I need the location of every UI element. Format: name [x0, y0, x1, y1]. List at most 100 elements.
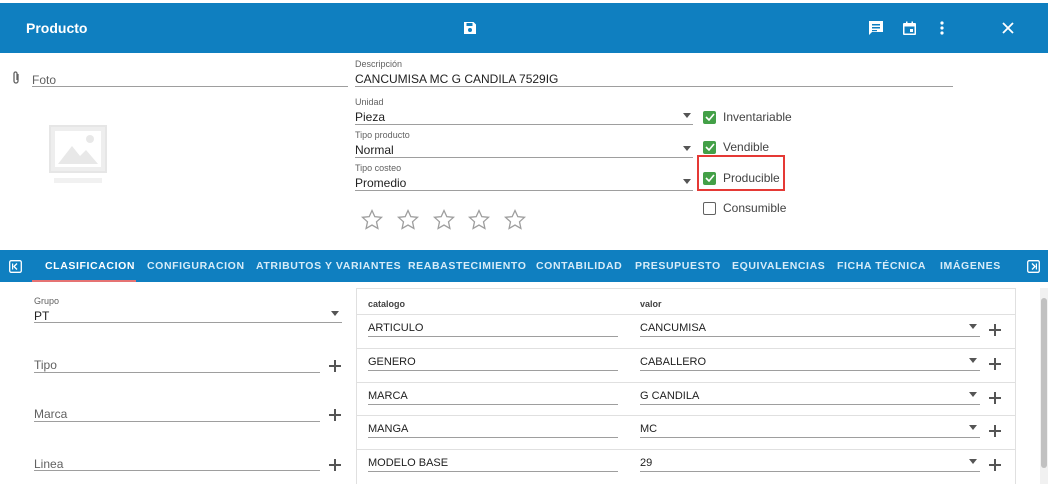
tipo-costeo-dropdown-icon[interactable] — [683, 179, 691, 184]
chevron-down-icon[interactable] — [969, 425, 977, 430]
tipo-field[interactable]: Tipo — [34, 358, 57, 372]
close-icon[interactable] — [996, 16, 1020, 40]
grupo-value: PT — [34, 309, 50, 323]
table-row-catalogo[interactable]: MANGA — [368, 423, 408, 435]
app-header: Producto — [0, 3, 1048, 53]
vendible-label: Vendible — [723, 140, 770, 154]
inventariable-checkbox[interactable]: Inventariable — [703, 110, 792, 124]
add-linea-plus-icon[interactable] — [328, 458, 342, 472]
row-divider — [357, 415, 1015, 416]
cell-underline — [368, 437, 618, 438]
table-row-valor[interactable]: G CANDILA — [640, 390, 699, 402]
save-icon[interactable] — [458, 16, 482, 40]
rating-star-2-icon[interactable] — [396, 208, 420, 232]
row-divider — [357, 314, 1015, 315]
cell-underline — [640, 370, 980, 371]
comment-icon[interactable] — [864, 16, 888, 40]
grupo-dropdown-icon[interactable] — [331, 311, 339, 316]
more-vert-icon[interactable] — [930, 16, 954, 40]
tab-contabilidad[interactable]: CONTABILIDAD — [536, 250, 622, 282]
rating-star-3-icon[interactable] — [432, 208, 456, 232]
table-row-catalogo[interactable]: MODELO BASE — [368, 457, 448, 469]
add-tipo-plus-icon[interactable] — [328, 359, 342, 373]
consumible-label: Consumible — [723, 201, 787, 215]
table-row-catalogo[interactable]: GENERO — [368, 356, 416, 368]
marca-field[interactable]: Marca — [34, 407, 67, 421]
rating-star-5-icon[interactable] — [503, 208, 527, 232]
cell-underline — [368, 404, 618, 405]
tipo-underline — [34, 372, 320, 373]
tipo-costeo-value: Promedio — [355, 176, 407, 190]
chevron-down-icon[interactable] — [969, 358, 977, 363]
add-row-plus-icon[interactable] — [988, 424, 1002, 438]
tab-atributos-y-variantes[interactable]: ATRIBUTOS Y VARIANTES — [256, 250, 401, 282]
check-icon — [703, 140, 716, 154]
tab-reabastecimiento[interactable]: REABASTECIMIENTO — [408, 250, 527, 282]
add-row-plus-icon[interactable] — [988, 391, 1002, 405]
tab-equivalencias[interactable]: EQUIVALENCIAS — [732, 250, 825, 282]
tab-scroll-left-icon[interactable] — [3, 254, 27, 278]
calendar-icon[interactable] — [897, 16, 921, 40]
consumible-checkbox[interactable]: Consumible — [703, 201, 786, 215]
table-row-valor[interactable]: 29 — [640, 457, 652, 469]
grupo-label: Grupo — [34, 296, 60, 306]
page-title: Producto — [26, 20, 88, 36]
tab-ficha-tecnica[interactable]: FICHA TÉCNICA — [837, 250, 926, 282]
table-row-valor[interactable]: MC — [640, 423, 657, 435]
tab-imagenes[interactable]: IMÁGENES — [940, 250, 1001, 282]
paperclip-icon[interactable] — [10, 70, 22, 91]
cell-underline — [640, 336, 980, 337]
check-icon — [703, 110, 716, 124]
cell-underline — [368, 471, 618, 472]
rating-star-1-icon[interactable] — [360, 208, 384, 232]
unchecked-box-icon — [703, 201, 716, 215]
linea-field[interactable]: Linea — [34, 457, 63, 471]
row-divider — [357, 348, 1015, 349]
descripcion-field[interactable]: Descripción CANCUMISA MC G CANDILA 7529I… — [355, 59, 558, 86]
add-row-plus-icon[interactable] — [988, 323, 1002, 337]
tipo-producto-select[interactable]: Tipo producto Normal — [355, 130, 410, 157]
table-row-catalogo[interactable]: ARTICULO — [368, 322, 423, 334]
tipo-producto-underline — [355, 157, 693, 158]
descripcion-label: Descripción — [355, 59, 403, 69]
marca-underline — [34, 421, 320, 422]
tipo-producto-dropdown-icon[interactable] — [683, 146, 691, 151]
unidad-value: Pieza — [355, 110, 386, 124]
add-row-plus-icon[interactable] — [988, 357, 1002, 371]
table-row-catalogo[interactable]: MARCA — [368, 390, 408, 402]
producible-highlight-box — [697, 155, 785, 191]
tab-configuracion[interactable]: CONFIGURACION — [147, 250, 245, 282]
linea-label: Linea — [34, 457, 64, 471]
table-row-valor[interactable]: CANCUMISA — [640, 322, 706, 334]
tipo-costeo-select[interactable]: Tipo costeo Promedio — [355, 163, 406, 190]
unidad-label: Unidad — [355, 97, 384, 107]
tipo-costeo-underline — [355, 190, 693, 191]
add-row-plus-icon[interactable] — [988, 458, 1002, 472]
chevron-down-icon[interactable] — [969, 459, 977, 464]
grupo-select[interactable]: Grupo PT — [34, 296, 59, 323]
tab-presupuesto[interactable]: PRESUPUESTO — [635, 250, 721, 282]
add-marca-plus-icon[interactable] — [328, 408, 342, 422]
cell-underline — [368, 370, 618, 371]
image-placeholder-icon — [46, 124, 110, 193]
chevron-down-icon[interactable] — [969, 324, 977, 329]
photo-underline — [32, 86, 348, 87]
vendible-checkbox[interactable]: Vendible — [703, 140, 769, 154]
cell-underline — [640, 404, 980, 405]
rating-star-4-icon[interactable] — [467, 208, 491, 232]
valor-column-header: valor — [640, 299, 662, 309]
cell-underline — [368, 336, 618, 337]
tipo-producto-value: Normal — [355, 143, 394, 157]
unidad-select[interactable]: Unidad Pieza — [355, 97, 385, 124]
chevron-down-icon[interactable] — [969, 392, 977, 397]
linea-underline — [34, 470, 320, 471]
scrollbar-thumb[interactable] — [1041, 298, 1047, 468]
tab-bar: CLASIFICACION CONFIGURACION ATRIBUTOS Y … — [0, 250, 1048, 282]
grupo-underline — [34, 322, 342, 323]
unidad-dropdown-icon[interactable] — [683, 113, 691, 118]
catalog-table — [356, 288, 1016, 484]
cell-underline — [640, 471, 980, 472]
tab-clasificacion[interactable]: CLASIFICACION — [45, 250, 135, 282]
tab-scroll-right-icon[interactable] — [1021, 254, 1045, 278]
table-row-valor[interactable]: CABALLERO — [640, 356, 706, 368]
